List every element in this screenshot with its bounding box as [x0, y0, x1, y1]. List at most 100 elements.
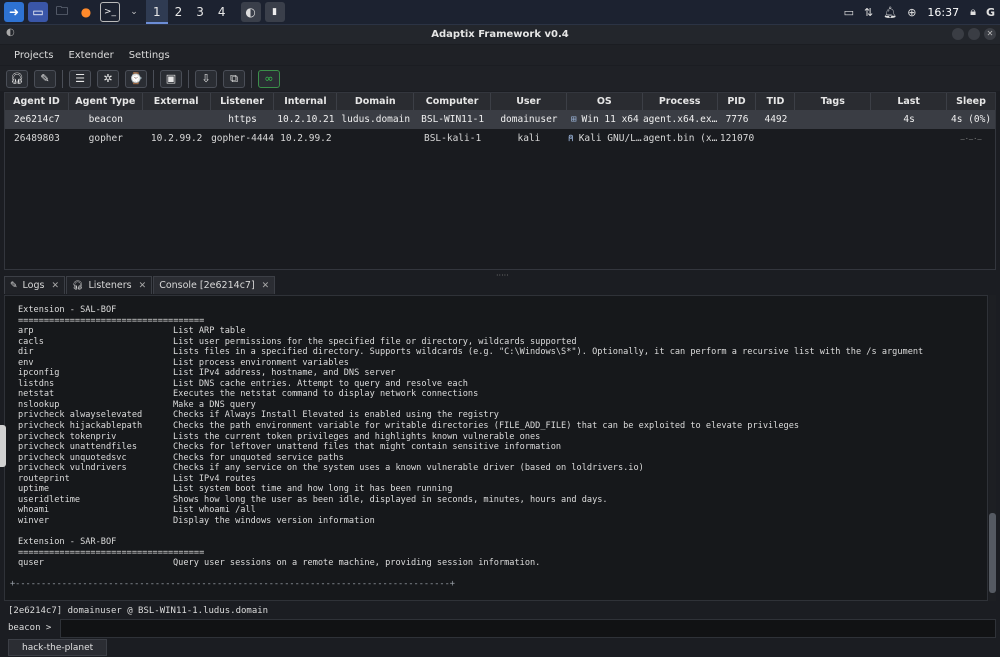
- list-icon[interactable]: ☰: [69, 69, 91, 88]
- console-line: privcheck hijackablepath Checks the path …: [18, 421, 923, 432]
- column-header[interactable]: Sleep: [947, 93, 995, 110]
- console-line: Extension - SAL-BOF: [18, 305, 923, 316]
- screen-icon[interactable]: ▭: [844, 6, 854, 19]
- graph-icon[interactable]: ✲: [97, 69, 119, 88]
- column-header[interactable]: Agent Type: [69, 93, 143, 110]
- project-tab[interactable]: hack-the-planet: [8, 639, 108, 656]
- console-line: nslookup Make a DNS query: [18, 400, 923, 411]
- tasks-icon[interactable]: ⌚: [125, 69, 147, 88]
- command-description: List DNS cache entries. Attempt to query…: [173, 378, 468, 389]
- console-scrollbar[interactable]: [989, 295, 996, 601]
- command-description: List whoami /all: [173, 505, 256, 516]
- cell-user: domainuser: [500, 114, 558, 125]
- menu-settings[interactable]: Settings: [129, 50, 170, 61]
- toolbar-divider: [153, 69, 154, 88]
- column-header[interactable]: Domain: [337, 93, 415, 110]
- column-header[interactable]: User: [491, 93, 567, 110]
- cell-external: [143, 110, 211, 129]
- column-header[interactable]: Listener: [211, 93, 275, 110]
- terminal-window-icon[interactable]: ▮: [264, 2, 285, 22]
- clock[interactable]: 16:37: [927, 6, 959, 19]
- user-menu-icon[interactable]: G: [986, 6, 995, 19]
- menu-extender[interactable]: Extender: [68, 50, 113, 61]
- command-description: Lists files in a specified directory. Su…: [173, 347, 924, 358]
- cell-last: 4s: [903, 114, 915, 125]
- terminal-icon[interactable]: >_: [100, 2, 120, 22]
- cell-pid: 121070: [719, 133, 755, 144]
- workspace-4[interactable]: 4: [211, 0, 233, 24]
- windows-icon: ⊞: [570, 114, 577, 125]
- console-line: privcheck alwayselevated Checks if Always…: [18, 410, 923, 421]
- console-line: quser Query user sessions on a remote mac…: [18, 558, 923, 569]
- lock-icon[interactable]: 🔒︎: [970, 5, 976, 19]
- tab-logs[interactable]: ✎ Logs ✕: [4, 276, 66, 294]
- console-line: privcheck tokenpriv Lists the current tok…: [18, 432, 923, 443]
- side-drawer-handle[interactable]: [0, 425, 6, 467]
- bottom-tabbar: ✎ Logs ✕ 🎧︎ Listeners ✕ Console [2e6214c…: [4, 276, 996, 294]
- maximize-button[interactable]: [968, 28, 980, 40]
- column-header[interactable]: Internal: [274, 93, 338, 110]
- menu-projects[interactable]: Projects: [14, 50, 53, 61]
- network-icon[interactable]: ⇅: [864, 6, 873, 19]
- app-launcher-icon[interactable]: ➜: [4, 2, 24, 22]
- cell-agent-type: gopher: [88, 133, 123, 144]
- workspace-1[interactable]: 1: [146, 0, 168, 24]
- window-titlebar[interactable]: ◐ Adaptix Framework v0.4 ✕: [0, 25, 1000, 44]
- table-row[interactable]: 2e6214c7 beacon https 10.2.10.21 ludus.d…: [5, 110, 995, 129]
- console-output[interactable]: Extension - SAL-BOF =====================…: [4, 295, 988, 601]
- menubar: Projects Extender Settings: [0, 45, 1000, 65]
- workspace-3[interactable]: 3: [189, 0, 211, 24]
- column-header[interactable]: Tags: [795, 93, 872, 110]
- console-line: listdns List DNS cache entries. Attempt t…: [18, 379, 923, 390]
- column-header[interactable]: Computer: [414, 93, 492, 110]
- link-icon[interactable]: ∞: [258, 69, 280, 88]
- headphones-icon: 🎧︎: [72, 280, 84, 291]
- command-name: privcheck alwayselevated: [18, 410, 143, 421]
- command-prompt: beacon >: [8, 623, 52, 633]
- desktop-icon[interactable]: ▭: [28, 2, 48, 22]
- column-header[interactable]: Agent ID: [5, 93, 69, 110]
- column-header[interactable]: PID: [718, 93, 757, 110]
- column-header[interactable]: Process: [643, 93, 718, 110]
- console-line: ====================================: [18, 316, 923, 327]
- tab-listeners[interactable]: 🎧︎ Listeners ✕: [66, 276, 153, 294]
- toolbar-divider: [62, 69, 63, 88]
- minimize-button[interactable]: [952, 28, 964, 40]
- screenshots-icon[interactable]: ⧉: [223, 69, 245, 88]
- close-button[interactable]: ✕: [984, 28, 996, 40]
- chevron-down-icon[interactable]: ⌄: [124, 2, 144, 22]
- close-icon[interactable]: ✕: [51, 281, 59, 291]
- command-input[interactable]: [60, 618, 996, 638]
- file-manager-icon[interactable]: 🗀: [52, 2, 72, 22]
- cell-process: agent.bin (x…: [642, 133, 718, 144]
- notes-icon: ✎: [10, 280, 18, 291]
- close-icon[interactable]: ✕: [262, 281, 270, 291]
- table-row[interactable]: 26489803 gopher 10.2.99.2 gopher-4444 10…: [5, 129, 995, 148]
- notification-bell-icon[interactable]: 🔔︎: [883, 6, 897, 19]
- tab-console[interactable]: Console [2e6214c7] ✕: [153, 276, 276, 294]
- column-header[interactable]: Last: [871, 93, 948, 110]
- workspace-2[interactable]: 2: [168, 0, 190, 24]
- cell-sleep: —·—·—: [960, 134, 982, 143]
- column-header[interactable]: TID: [756, 93, 796, 110]
- command-description: List system boot time and how long it ha…: [173, 484, 453, 495]
- update-icon[interactable]: ⊕: [907, 6, 916, 19]
- notes-icon[interactable]: ✎: [34, 69, 56, 88]
- cell-listener: https: [228, 114, 257, 125]
- command-description: Query user sessions on a remote machine,…: [173, 558, 541, 569]
- os-label: Win 11 x64: [581, 114, 639, 125]
- close-icon[interactable]: ✕: [139, 281, 147, 291]
- column-header[interactable]: External: [143, 93, 211, 110]
- scrollbar-thumb[interactable]: [989, 513, 996, 593]
- tab-label: Console [2e6214c7]: [159, 280, 255, 291]
- downloads-icon[interactable]: ⇩: [195, 69, 217, 88]
- targets-icon[interactable]: ▣: [160, 69, 182, 88]
- firefox-icon[interactable]: ●: [76, 2, 96, 22]
- headphones-icon[interactable]: 🎧︎: [6, 69, 28, 88]
- adaptix-window-icon[interactable]: ◐: [240, 2, 261, 22]
- console-text: ====================================: [18, 315, 205, 326]
- console-separator: +---------------------------------------…: [10, 579, 455, 590]
- column-header[interactable]: OS: [567, 93, 643, 110]
